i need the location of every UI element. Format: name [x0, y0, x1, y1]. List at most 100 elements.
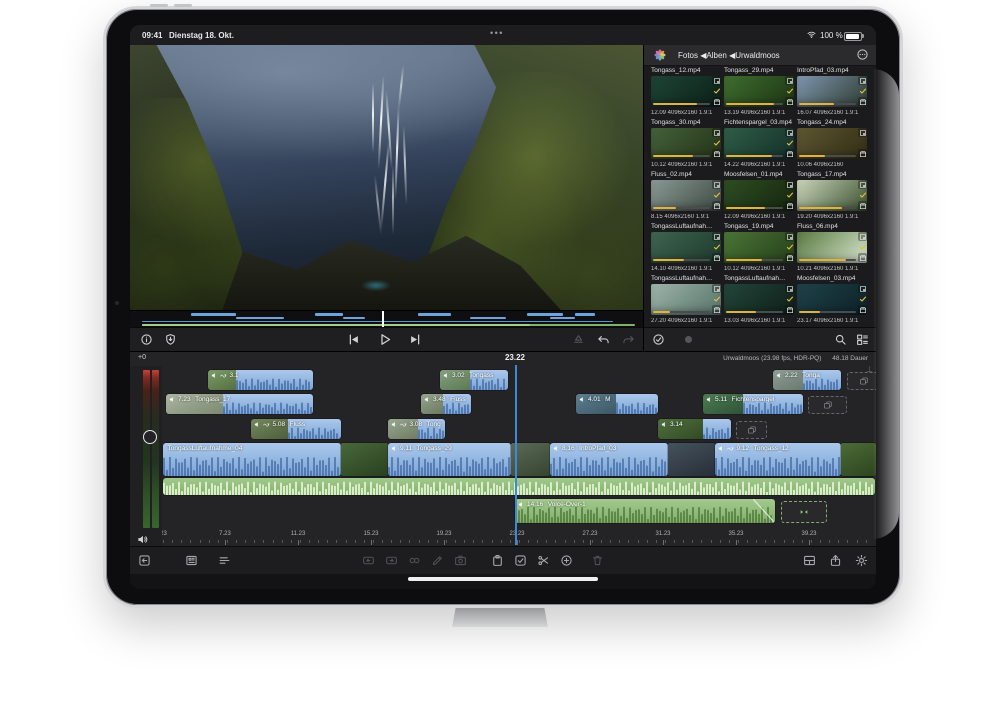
timeline-overview-scrubber[interactable]: [130, 310, 643, 328]
timeline-clip[interactable]: 3.14: [658, 419, 731, 439]
timeline-thumbnail[interactable]: [668, 443, 715, 476]
home-indicator[interactable]: [408, 577, 598, 582]
media-clip-name: Moosfelsen_01.mp4: [724, 171, 794, 180]
ruler-tick: [446, 540, 447, 543]
timeline-clip[interactable]: 7.23Tongass_17: [166, 394, 313, 414]
audio-level-knob[interactable]: [143, 430, 157, 444]
media-clip-meta: 12.09 4096x2160 1.9:1: [724, 214, 794, 220]
timeline-clip[interactable]: 3.48Fluss: [421, 394, 471, 414]
clip-label: 5.08Fluss: [254, 421, 341, 428]
volume-icon[interactable]: [137, 532, 148, 547]
multitask-dots-icon[interactable]: •••: [490, 28, 504, 38]
ruler-tick: [528, 540, 529, 543]
media-clip[interactable]: Moosfelsen_01.mp4 12.09 4096x2160 1.9:1: [724, 171, 794, 220]
overview-playhead[interactable]: [382, 311, 384, 328]
media-clip[interactable]: Tongass_12.mp412.09 4096x2160 1.9:1: [651, 67, 721, 116]
media-clip[interactable]: Tongass_30.mp410.12 4096x2160 1.9:1: [651, 119, 721, 168]
media-clip[interactable]: TongassLuftaufnah…27.20 4096x2160 1.9:1: [651, 275, 721, 324]
import-icon[interactable]: [138, 554, 151, 567]
preview-progress: [653, 311, 710, 313]
undo-icon[interactable]: [597, 333, 610, 346]
media-clip[interactable]: Tongass_17.mp419.20 4096x2160 1.9:1: [797, 171, 867, 220]
check-circle-icon[interactable]: [652, 333, 665, 346]
skip-forward-icon[interactable]: [408, 332, 423, 347]
trash-icon[interactable]: [591, 554, 604, 567]
insert-left-icon[interactable]: [362, 554, 375, 567]
pencil-icon[interactable]: [431, 554, 444, 567]
ruler-label: 11.23: [291, 531, 306, 537]
ruler-tick: [318, 540, 319, 543]
ruler-tick: [409, 540, 410, 543]
timeline-clip[interactable]: 2.22Tonga: [773, 370, 841, 390]
media-clip[interactable]: Tongass_24.mp410.06 4096x2160: [797, 119, 867, 168]
scissors-icon[interactable]: [537, 554, 550, 567]
timeline-clip[interactable]: 5.08Fluss: [251, 419, 341, 439]
timeline-clip[interactable]: 9.11Tongass_29: [388, 443, 511, 476]
storage-box-icon: [712, 201, 721, 210]
thumbnails-icon[interactable]: [856, 333, 869, 346]
add-icon[interactable]: [560, 554, 573, 567]
redo-icon[interactable]: [622, 333, 635, 346]
timeline-thumbnail[interactable]: [841, 443, 876, 476]
ruler-major-tick: [444, 540, 445, 545]
timeline-clip[interactable]: 3.02Tongass: [440, 370, 508, 390]
clip-ghost[interactable]: [808, 396, 847, 414]
media-clip[interactable]: Tongass_29.mp413.19 4096x2160 1.9:1: [724, 67, 794, 116]
insert-right-icon[interactable]: [385, 554, 398, 567]
fade-out-handle[interactable]: [753, 499, 775, 523]
select-icon[interactable]: [514, 554, 527, 567]
shield-icon[interactable]: [164, 333, 177, 346]
timeline-playhead[interactable]: [515, 365, 517, 545]
storyboard-icon[interactable]: [185, 554, 198, 567]
music-clip[interactable]: [163, 478, 875, 495]
camera-icon[interactable]: [454, 554, 467, 567]
clip-label: 9.11Tongass_29: [391, 445, 511, 452]
media-clip-meta: 14.22 4096x2160 1.9:1: [724, 162, 794, 168]
video-preview[interactable]: [130, 45, 643, 310]
timeline-clip[interactable]: 5.11Fichtenspargel: [703, 394, 803, 414]
clip-ghost[interactable]: [736, 421, 767, 439]
gap-ghost[interactable]: [781, 501, 827, 523]
media-clip-name: Tongass_19.mp4: [724, 223, 794, 232]
panels-icon[interactable]: [803, 554, 816, 567]
media-clip[interactable]: Fluss_06.mp410.21 4096x2160 1.9:1: [797, 223, 867, 272]
timeline-clip[interactable]: 4.01M: [576, 394, 658, 414]
link-icon[interactable]: [408, 554, 421, 567]
ruler-tick: [419, 540, 420, 543]
settings-icon[interactable]: [855, 554, 868, 567]
info-icon[interactable]: [140, 333, 153, 346]
media-clip[interactable]: IntroPfad_03.mp416.07 4096x2160 1.9:1: [797, 67, 867, 116]
paste-icon[interactable]: [491, 554, 504, 567]
ruler-tick: [482, 540, 483, 543]
tracks-icon[interactable]: [218, 554, 231, 567]
timeline-thumbnail[interactable]: [341, 443, 388, 476]
ruler-major-tick: [225, 540, 226, 545]
timeline-thumbnail[interactable]: [511, 443, 550, 476]
used-check-icon: [712, 139, 721, 148]
media-clip[interactable]: Moosfelsen_03.mp423.17 4096x2160 1.9:1: [797, 275, 867, 324]
record-circle-icon[interactable]: [682, 333, 695, 346]
ruler-tick: [674, 540, 675, 543]
skip-back-icon[interactable]: [346, 332, 361, 347]
media-clip[interactable]: Fichtenspargel_03.mp414.22 4096x2160 1.9…: [724, 119, 794, 168]
battery-percent: 100 %: [820, 31, 843, 40]
timeline-clip[interactable]: TongassLuftaufnahme_04: [163, 443, 341, 476]
media-clip[interactable]: TongassLuftaufnah…13.03 4096x2160 1.9:1: [724, 275, 794, 324]
media-clip[interactable]: TongassLuftaufnah…14.10 4096x2160 1.9:1: [651, 223, 721, 272]
share-icon[interactable]: [829, 554, 842, 567]
play-icon[interactable]: [377, 332, 392, 347]
media-clip[interactable]: Tongass_19.mp410.12 4096x2160 1.9:1: [724, 223, 794, 272]
clip-ghost[interactable]: [847, 372, 876, 390]
eject-icon[interactable]: [572, 333, 585, 346]
timeline-clip[interactable]: 9.12Tongass_12: [715, 443, 841, 476]
timeline-clip[interactable]: 3.08Tong: [388, 419, 445, 439]
ruler-tick: [300, 540, 301, 543]
ruler-tick: [455, 540, 456, 543]
clip-label: 3.08Tong: [391, 421, 445, 428]
voiceover-clip[interactable]: 14.16Voice-Over-1: [515, 499, 775, 523]
search-icon[interactable]: [834, 333, 847, 346]
timeline-clip[interactable]: 8.16IntroPfad_03: [550, 443, 668, 476]
speaker-icon: [169, 396, 176, 403]
timeline-clip[interactable]: 3.1: [208, 370, 313, 390]
media-clip[interactable]: Fluss_02.mp48.15 4096x2160 1.9:1: [651, 171, 721, 220]
